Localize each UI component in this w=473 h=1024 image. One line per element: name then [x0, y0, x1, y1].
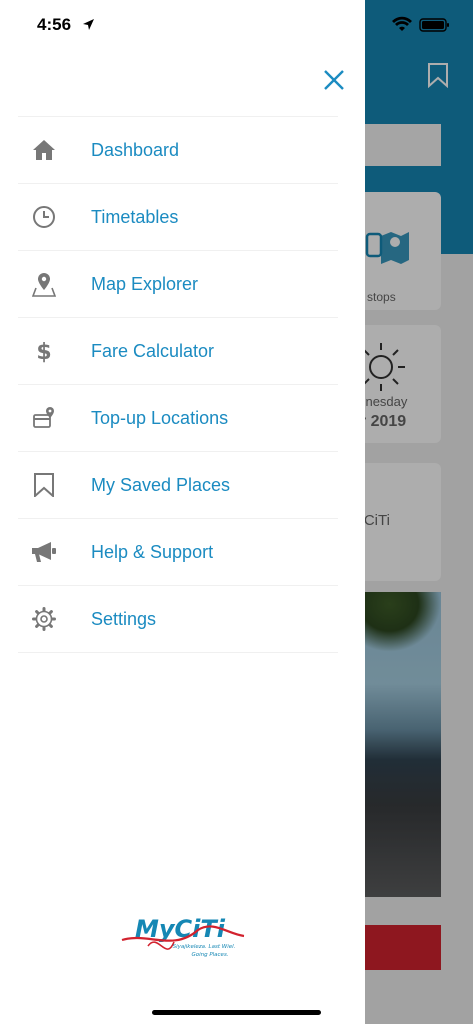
menu-item-label: Timetables [91, 206, 179, 227]
menu-item-label: Top-up Locations [91, 407, 229, 428]
logo-tagline-line1: Siyajikeleza. Last Wiel. [173, 944, 236, 950]
status-indicators [392, 16, 449, 32]
menu-item-my-saved-places[interactable]: My Saved Places [18, 451, 338, 518]
menu-item-label: Dashboard [91, 139, 180, 160]
menu-item-settings[interactable]: Settings [18, 585, 338, 652]
menu-item-timetables[interactable]: Timetables [18, 183, 338, 250]
menu-item-label: Help & Support [91, 541, 214, 562]
logo-tagline-line2: Going Places. [191, 952, 228, 958]
menu-item-map-explorer[interactable]: Map Explorer [18, 250, 338, 317]
menu-item-dashboard[interactable]: Dashboard [18, 116, 338, 183]
svg-text:$: $ [36, 340, 51, 364]
status-time: 4:56 [37, 15, 72, 34]
card-location-icon [31, 405, 57, 431]
dim-overlay[interactable] [365, 0, 473, 1024]
home-icon [31, 137, 57, 163]
bookmark-icon [31, 472, 57, 498]
clock-icon [31, 204, 57, 230]
megaphone-icon [31, 539, 57, 565]
navigation-drawer: 4:56 Dashboard Timetables Map Explorer $… [0, 0, 365, 1024]
close-icon[interactable] [320, 66, 348, 94]
wifi-icon [392, 16, 412, 31]
menu-item-help-support[interactable]: Help & Support [18, 518, 338, 585]
drawer-menu: Dashboard Timetables Map Explorer $ Fare… [18, 116, 338, 719]
menu-item-label: My Saved Places [91, 474, 231, 495]
menu-item-fare-calculator[interactable]: $ Fare Calculator [18, 317, 338, 384]
map-pin-icon [31, 271, 57, 297]
menu-item-label: Map Explorer [91, 273, 199, 294]
home-indicator[interactable] [152, 1010, 321, 1015]
gear-icon [31, 606, 57, 632]
dollar-icon: $ [31, 338, 57, 364]
menu-divider [18, 652, 338, 719]
location-arrow-icon [83, 19, 94, 30]
menu-item-label: Fare Calculator [91, 340, 215, 361]
myciti-logo: MyCiTi Siyajikeleza. Last Wiel. Going Pl… [118, 912, 248, 968]
battery-icon [419, 18, 449, 32]
menu-item-label: Settings [91, 608, 157, 629]
menu-item-top-up-locations[interactable]: Top-up Locations [18, 384, 338, 451]
background-app: by stops ednesday er 2019 lyCiTi [365, 0, 473, 1024]
